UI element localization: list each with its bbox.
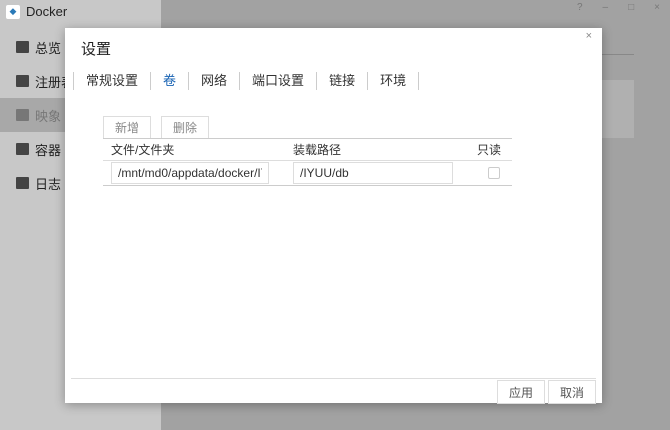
- readonly-checkbox[interactable]: [488, 167, 500, 179]
- tab-network[interactable]: 网络: [189, 72, 241, 90]
- dialog-title: 设置: [81, 41, 112, 58]
- footer-divider: [71, 378, 596, 379]
- add-button[interactable]: 新增: [103, 116, 152, 138]
- tab-general[interactable]: 常规设置: [73, 72, 152, 90]
- maximize-button[interactable]: □: [628, 2, 634, 13]
- column-header-mount-path: 装载路径: [293, 143, 342, 157]
- log-icon: [16, 177, 29, 189]
- tab-bar: 常规设置 卷 网络 端口设置 链接 环境: [73, 72, 420, 90]
- column-header-readonly: 只读: [477, 143, 502, 157]
- volume-table: 文件/文件夹 装载路径 只读: [103, 138, 512, 186]
- registry-icon: [16, 75, 29, 87]
- docker-logo-icon: ◆: [6, 4, 20, 19]
- background-panel: [602, 80, 634, 138]
- image-icon: [16, 109, 29, 121]
- sidebar-item-label: 总览: [35, 40, 62, 56]
- cancel-button[interactable]: 取消: [548, 380, 596, 404]
- sidebar-item-label: 映象: [35, 108, 62, 124]
- help-button[interactable]: ?: [577, 2, 583, 13]
- close-window-button[interactable]: ×: [654, 2, 660, 13]
- settings-dialog: 设置 × 常规设置 卷 网络 端口设置 链接 环境 新增 删除 文件/文件夹 装…: [65, 28, 602, 404]
- tab-volume[interactable]: 卷: [151, 72, 190, 90]
- dashboard-icon: [16, 41, 29, 53]
- minimize-button[interactable]: –: [603, 2, 609, 13]
- table-row: [103, 161, 512, 186]
- sidebar-item-label: 日志: [35, 176, 62, 192]
- tab-environment[interactable]: 环境: [368, 72, 420, 90]
- mount-path-input[interactable]: [293, 162, 453, 184]
- sidebar-item-label: 容器: [35, 142, 62, 158]
- tab-links[interactable]: 链接: [317, 72, 369, 90]
- close-icon[interactable]: ×: [586, 30, 592, 42]
- app-title: ◆ Docker: [6, 4, 67, 19]
- apply-button[interactable]: 应用: [497, 380, 545, 404]
- app-title-text: Docker: [26, 4, 68, 19]
- column-header-file: 文件/文件夹: [111, 143, 175, 157]
- tab-ports[interactable]: 端口设置: [240, 72, 318, 90]
- file-path-input[interactable]: [111, 162, 269, 184]
- delete-button[interactable]: 删除: [161, 116, 210, 138]
- container-icon: [16, 143, 29, 155]
